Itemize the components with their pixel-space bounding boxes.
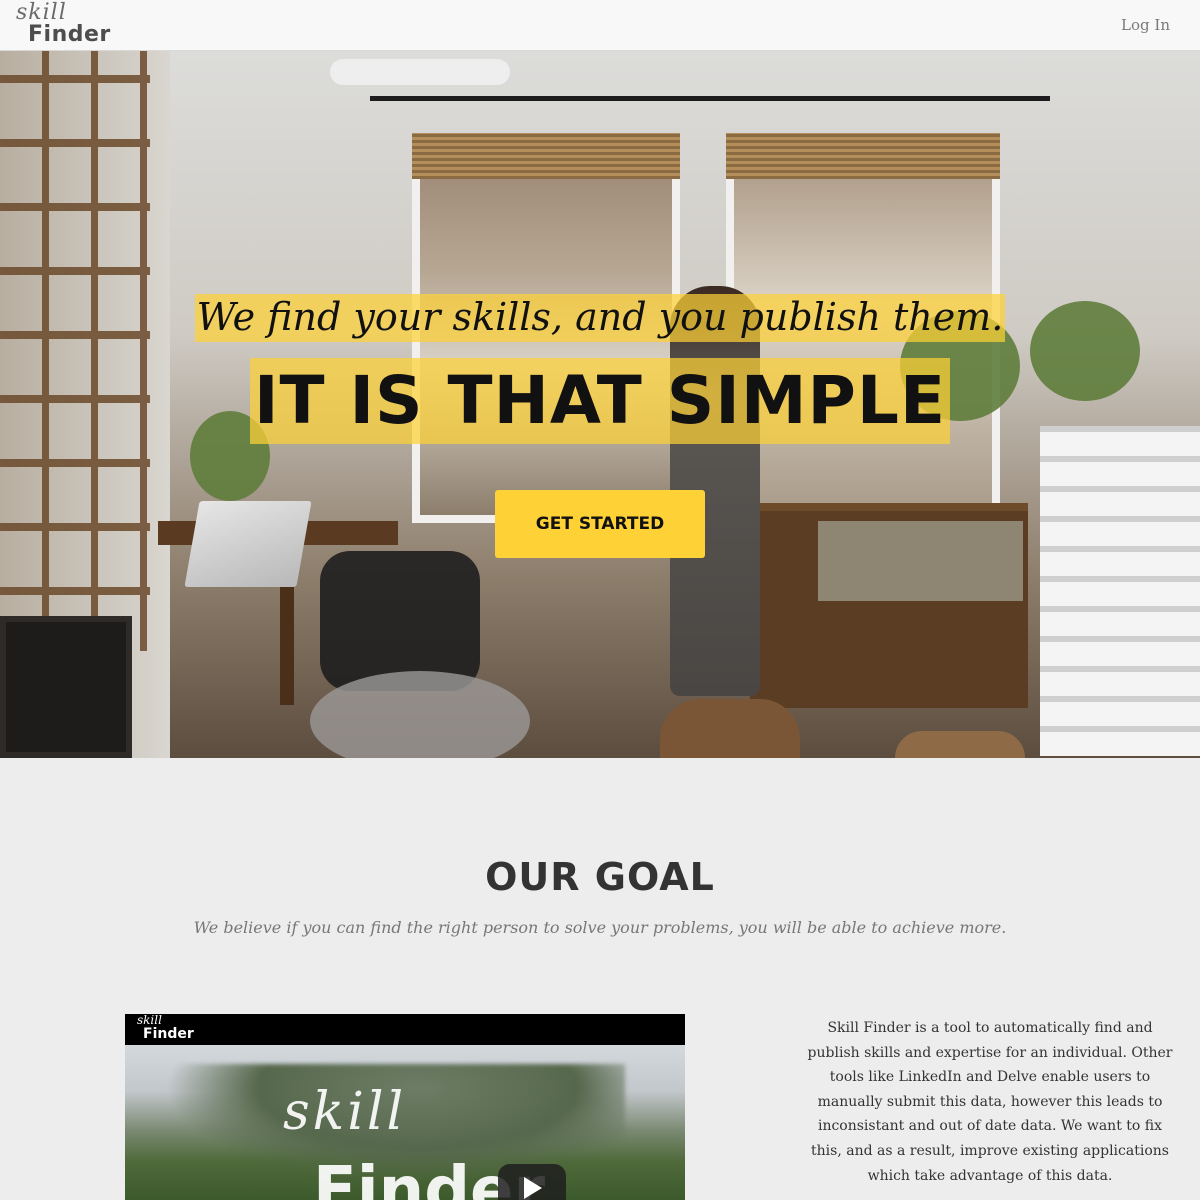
goal-subtitle: We believe if you can find the right per… <box>193 918 1007 937</box>
brand-logo[interactable]: skill Finder <box>14 0 124 48</box>
hero-background-stump <box>660 699 800 758</box>
hero-background-curtain-rod <box>370 96 1050 101</box>
hero-subheading: We find your skills, and you publish the… <box>194 294 1006 342</box>
logo-word-text: Finder <box>28 22 111 47</box>
hero-background-radiator <box>1040 426 1200 756</box>
hero-background-pipe <box>330 59 510 85</box>
hero-background-fireplace <box>0 616 132 758</box>
hero-heading-wrap: IT IS THAT SIMPLE <box>0 358 1200 444</box>
hero-background-blind-left <box>412 133 680 179</box>
video-title-bar: skill Finder <box>125 1014 685 1045</box>
play-icon <box>524 1177 542 1199</box>
hero-background-stump <box>895 731 1025 758</box>
hero-background-chair <box>320 551 480 691</box>
hero-section: We find your skills, and you publish the… <box>0 51 1200 758</box>
hero-subheading-wrap: We find your skills, and you publish the… <box>0 294 1200 342</box>
video-logo-script: skill <box>283 1082 407 1142</box>
hero-background-blind-right <box>726 133 1000 179</box>
get-started-button[interactable]: GET STARTED <box>495 490 705 558</box>
hero-background-rug <box>310 671 530 758</box>
goal-description: Skill Finder is a tool to automatically … <box>807 1020 1173 1184</box>
login-link[interactable]: Log In <box>1121 16 1170 34</box>
hero-background-cabinet-glass <box>818 521 1023 601</box>
intro-video[interactable]: skill Finder skill Finder <box>125 1014 685 1200</box>
play-button[interactable] <box>498 1164 566 1200</box>
hero-heading: IT IS THAT SIMPLE <box>249 358 951 444</box>
hero-background-shelf <box>0 51 150 651</box>
goal-title: OUR GOAL <box>485 855 715 899</box>
video-bar-logo-word: Finder <box>143 1026 194 1042</box>
navbar: skill Finder Log In <box>0 0 1200 51</box>
hero-background-laptop <box>184 501 312 587</box>
